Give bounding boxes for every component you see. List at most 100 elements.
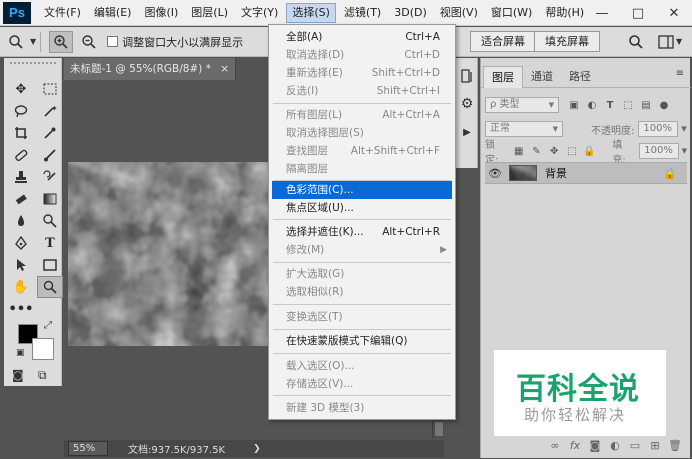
menu-item-color-range[interactable]: 色彩范围(C)... bbox=[272, 181, 452, 199]
lock-all-icon[interactable]: 🔒 bbox=[583, 144, 597, 158]
menu-help[interactable]: 帮助(H) bbox=[540, 3, 589, 23]
zoom-tool-preset-icon[interactable] bbox=[4, 31, 28, 53]
more-tools-icon[interactable]: ••• bbox=[8, 298, 34, 320]
gradient-tool-icon[interactable] bbox=[37, 188, 63, 210]
history-brush-tool-icon[interactable] bbox=[37, 166, 63, 188]
menu-item-grow[interactable]: 扩大选取(G) bbox=[269, 265, 455, 283]
menu-image[interactable]: 图像(I) bbox=[139, 3, 183, 23]
fit-screen-button[interactable]: 适合屏幕 bbox=[470, 31, 536, 52]
link-icon[interactable]: ∞ bbox=[545, 439, 565, 452]
type-tool-icon[interactable]: T bbox=[37, 232, 63, 254]
adjustment-icon[interactable]: ◐ bbox=[605, 439, 625, 452]
group-icon[interactable]: ▭ bbox=[625, 439, 645, 452]
magic-wand-tool-icon[interactable]: ✦ bbox=[37, 100, 63, 122]
lasso-tool-icon[interactable] bbox=[8, 100, 34, 122]
crop-tool-icon[interactable] bbox=[8, 122, 34, 144]
screen-mode-icon[interactable]: ⧉ bbox=[38, 368, 47, 383]
layer-name[interactable]: 背景 bbox=[545, 165, 567, 181]
menu-item-quick-mask[interactable]: 在快速蒙版模式下编辑(Q) bbox=[269, 332, 455, 350]
workspace-icon[interactable] bbox=[654, 31, 678, 53]
history-panel-icon[interactable] bbox=[457, 66, 477, 86]
menu-item-all-layers[interactable]: 所有图层(L) Alt+Ctrl+A bbox=[269, 106, 455, 124]
menu-item-load-selection[interactable]: 载入选区(O)... bbox=[269, 357, 455, 375]
menu-item-new-3d-extrusion[interactable]: 新建 3D 模型(3) bbox=[269, 399, 455, 417]
lock-transparent-icon[interactable]: ▦ bbox=[512, 144, 526, 158]
menu-edit[interactable]: 编辑(E) bbox=[89, 3, 137, 23]
menu-item-select-all[interactable]: 全部(A) Ctrl+A bbox=[269, 28, 455, 46]
clone-stamp-tool-icon[interactable] bbox=[8, 166, 34, 188]
default-colors-icon[interactable]: ▣ bbox=[16, 348, 25, 358]
lock-position-icon[interactable]: ✥ bbox=[547, 144, 561, 158]
tab-paths[interactable]: 路径 bbox=[561, 66, 599, 88]
menu-item-focus-area[interactable]: 焦点区域(U)... bbox=[269, 199, 455, 217]
filter-smart-object-icon[interactable]: ▤ bbox=[639, 98, 653, 112]
eye-icon[interactable]: 👁 bbox=[485, 167, 505, 180]
lock-pixels-icon[interactable]: ✎ bbox=[530, 144, 544, 158]
chevron-down-icon[interactable]: ▼ bbox=[681, 125, 686, 133]
menu-item-reselect[interactable]: 重新选择(E) Shift+Ctrl+D bbox=[269, 64, 455, 82]
menu-file[interactable]: 文件(F) bbox=[39, 3, 86, 23]
menu-select[interactable]: 选择(S) bbox=[286, 2, 336, 23]
menu-item-similar[interactable]: 选取相似(R) bbox=[269, 283, 455, 301]
fill-screen-button[interactable]: 填充屏幕 bbox=[534, 31, 600, 52]
background-color-swatch[interactable] bbox=[32, 338, 54, 360]
quick-mask-icon[interactable]: ◙ bbox=[12, 368, 24, 382]
resize-windows-checkbox[interactable] bbox=[107, 36, 119, 47]
menu-3d[interactable]: 3D(D) bbox=[389, 3, 432, 23]
blur-tool-icon[interactable] bbox=[8, 210, 34, 232]
swap-colors-icon[interactable]: ⤢ bbox=[44, 320, 52, 331]
menu-item-modify[interactable]: 修改(M) ▶ bbox=[269, 241, 455, 259]
layer-row-background[interactable]: 👁 背景 🔒 bbox=[485, 162, 687, 184]
menu-item-save-selection[interactable]: 存储选区(V)... bbox=[269, 375, 455, 393]
minimize-button[interactable]: — bbox=[584, 0, 620, 26]
tab-layers[interactable]: 图层 bbox=[483, 66, 523, 88]
close-tab-icon[interactable]: × bbox=[220, 63, 229, 75]
close-button[interactable]: ✕ bbox=[656, 0, 692, 26]
eraser-tool-icon[interactable] bbox=[8, 188, 34, 210]
eyedropper-tool-icon[interactable] bbox=[37, 122, 63, 144]
healing-brush-tool-icon[interactable] bbox=[8, 144, 34, 166]
filter-adjustment-icon[interactable]: ◐ bbox=[585, 98, 599, 112]
menu-item-deselect-layers[interactable]: 取消选择图层(S) bbox=[269, 124, 455, 142]
chevron-down-icon[interactable]: ▼ bbox=[682, 147, 687, 155]
trash-icon[interactable]: 🗑 bbox=[665, 439, 685, 452]
menu-item-deselect[interactable]: 取消选择(D) Ctrl+D bbox=[269, 46, 455, 64]
menu-view[interactable]: 视图(V) bbox=[435, 3, 483, 23]
chevron-down-icon[interactable]: ▼ bbox=[676, 37, 682, 46]
filter-type-icon[interactable]: T bbox=[603, 98, 617, 112]
scrollbar-thumb[interactable] bbox=[435, 422, 443, 436]
menu-filter[interactable]: 滤镜(T) bbox=[339, 3, 386, 23]
pen-tool-icon[interactable] bbox=[8, 232, 34, 254]
brush-tool-icon[interactable] bbox=[37, 144, 63, 166]
filter-pixel-icon[interactable]: ▣ bbox=[567, 98, 581, 112]
zoom-tool-icon[interactable] bbox=[37, 276, 63, 298]
collapse-panel-icon[interactable]: ▶ bbox=[457, 122, 477, 142]
marquee-tool-icon[interactable] bbox=[37, 78, 63, 100]
new-layer-icon[interactable]: ⊞ bbox=[645, 439, 665, 452]
zoom-in-icon[interactable] bbox=[49, 30, 74, 53]
tab-channels[interactable]: 通道 bbox=[523, 66, 561, 88]
menu-item-inverse[interactable]: 反选(I) Shift+Ctrl+I bbox=[269, 82, 455, 100]
maximize-button[interactable]: □ bbox=[620, 0, 656, 26]
filter-type-select[interactable]: ρ 类型 ▼ bbox=[485, 97, 559, 113]
blend-mode-select[interactable]: 正常 ▼ bbox=[485, 121, 563, 137]
opacity-field[interactable]: 100% bbox=[638, 121, 679, 137]
menu-item-find-layers[interactable]: 查找图层 Alt+Shift+Ctrl+F bbox=[269, 142, 455, 160]
dodge-tool-icon[interactable] bbox=[37, 210, 63, 232]
document-canvas[interactable] bbox=[68, 162, 270, 346]
move-tool-icon[interactable]: ✥ bbox=[8, 78, 34, 100]
fill-field[interactable]: 100% bbox=[639, 143, 679, 159]
menu-item-transform-selection[interactable]: 变换选区(T) bbox=[269, 308, 455, 326]
filter-toggle-icon[interactable]: ● bbox=[657, 98, 671, 112]
chevron-down-icon[interactable]: ▼ bbox=[30, 37, 36, 46]
properties-panel-icon[interactable]: ⚙ bbox=[457, 94, 477, 114]
lock-artboard-icon[interactable]: ⬚ bbox=[565, 144, 579, 158]
zoom-level-field[interactable]: 55% bbox=[68, 441, 108, 456]
zoom-out-icon[interactable] bbox=[77, 31, 101, 53]
menu-window[interactable]: 窗口(W) bbox=[486, 3, 537, 23]
menu-layer[interactable]: 图层(L) bbox=[186, 3, 233, 23]
info-menu-arrow[interactable]: ❯ bbox=[253, 444, 261, 454]
search-icon[interactable] bbox=[624, 31, 648, 53]
fx-icon[interactable]: fx bbox=[565, 439, 585, 452]
mask-icon[interactable]: ◙ bbox=[585, 439, 605, 452]
